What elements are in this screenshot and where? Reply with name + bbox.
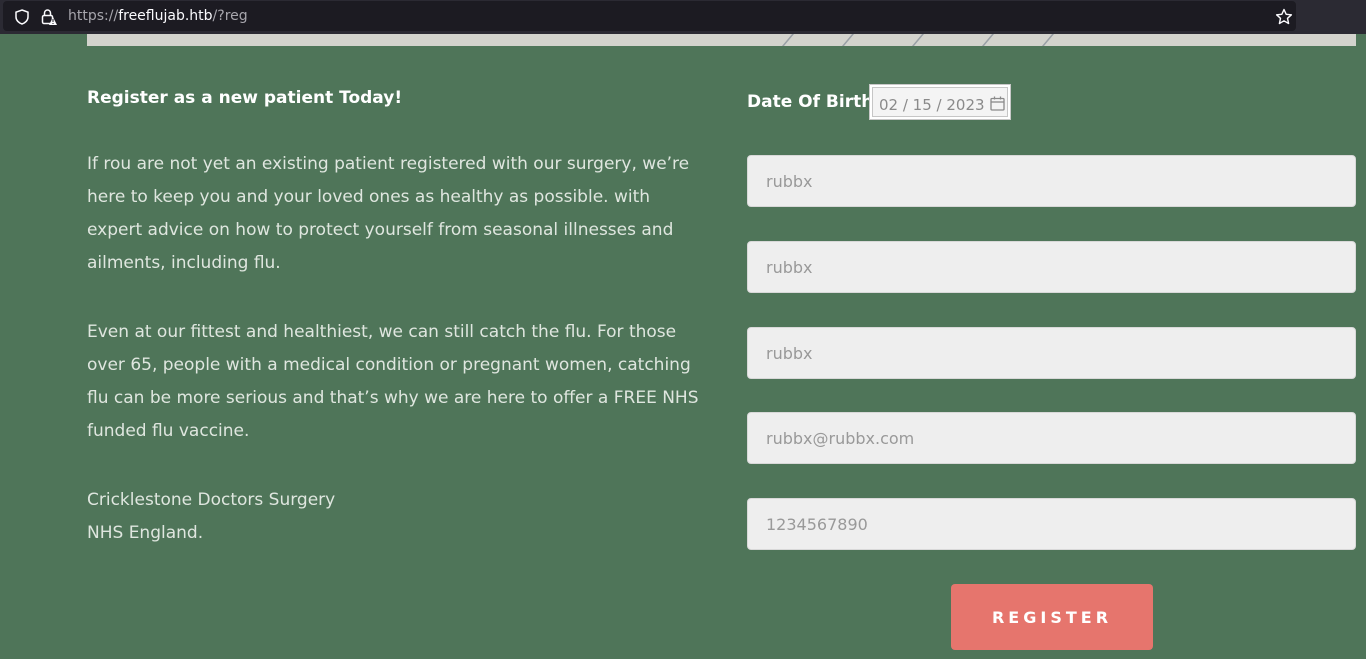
insecure-lock-icon[interactable] xyxy=(41,8,57,26)
calendar-icon[interactable] xyxy=(990,96,1005,111)
url-domain: freeflujab.htb xyxy=(118,8,213,24)
toolbar-extension-area xyxy=(1297,0,1366,34)
dob-date-input-inner: 02 / 15 / 2023 xyxy=(872,87,1008,117)
dob-value: 02 / 15 / 2023 xyxy=(879,96,985,114)
browser-toolbar: https://freeflujab.htb/?reg xyxy=(0,0,1366,34)
hero-image-edge xyxy=(87,34,1356,46)
dob-date-input[interactable]: 02 / 15 / 2023 xyxy=(869,84,1011,120)
dob-label: Date Of Birth: xyxy=(747,92,881,112)
url-text[interactable]: https://freeflujab.htb/?reg xyxy=(68,8,248,24)
register-heading: Register as a new patient Today! xyxy=(87,88,403,108)
url-prefix: https:// xyxy=(68,8,119,24)
intro-paragraph: If rou are not yet an existing patient r… xyxy=(87,154,690,273)
shield-icon[interactable] xyxy=(15,9,29,25)
bookmark-star-icon[interactable] xyxy=(1275,8,1293,26)
register-button[interactable]: REGISTER xyxy=(951,584,1153,650)
email-field[interactable] xyxy=(747,412,1356,464)
last-name-field[interactable] xyxy=(747,241,1356,293)
url-suffix: /?reg xyxy=(212,8,248,24)
organization-name: NHS England. xyxy=(87,523,204,543)
phone-field[interactable] xyxy=(747,498,1356,550)
surgery-name: Cricklestone Doctors Surgery xyxy=(87,490,336,510)
first-name-field[interactable] xyxy=(747,155,1356,207)
flu-paragraph: Even at our fittest and healthiest, we c… xyxy=(87,322,699,441)
signature-block: Cricklestone Doctors Surgery NHS England… xyxy=(87,484,707,550)
address-field[interactable] xyxy=(747,327,1356,379)
address-bar[interactable]: https://freeflujab.htb/?reg xyxy=(3,1,1296,31)
